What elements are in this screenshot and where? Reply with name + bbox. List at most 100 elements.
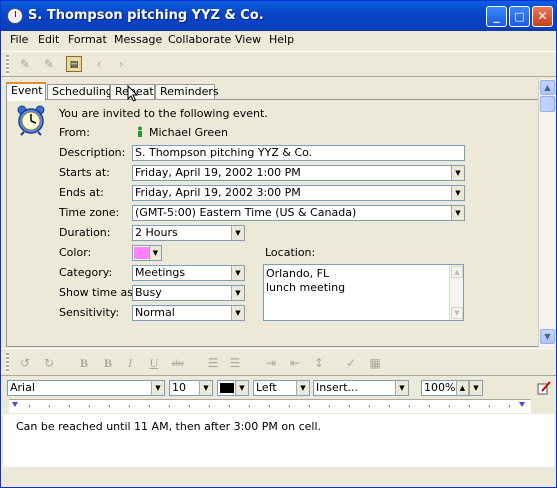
starts-at-value: Friday, April 19, 2002 1:00 PM [135, 166, 301, 179]
ruler-tick [269, 405, 270, 407]
maximize-button[interactable]: □ [509, 6, 530, 27]
category-value: Meetings [135, 266, 186, 279]
scroll-down-icon[interactable]: ▼ [540, 329, 555, 344]
chevron-down-icon[interactable]: ▼ [199, 381, 212, 395]
chevron-down-icon[interactable]: ▼ [235, 381, 248, 395]
font-select[interactable]: Arial ▼ [7, 380, 165, 396]
chevron-down-icon[interactable]: ▼ [149, 246, 161, 260]
outdent-icon[interactable]: ⇤ [287, 355, 303, 371]
duration-select[interactable]: 2 Hours ▼ [132, 225, 245, 241]
menu-collaborate[interactable]: Collaborate [168, 33, 231, 46]
category-select[interactable]: Meetings ▼ [132, 265, 245, 281]
table-icon[interactable]: ▦ [367, 355, 383, 371]
underline-icon[interactable]: U [146, 355, 162, 371]
chevron-down-icon[interactable]: ▼ [296, 381, 309, 395]
font-size-value: 10 [172, 381, 186, 394]
panel-scrollbar[interactable]: ▲ ▼ [538, 79, 555, 347]
spinner-icon[interactable]: ▲ [456, 381, 469, 395]
right-indent-marker[interactable] [519, 402, 525, 407]
strikethrough-icon[interactable]: abc [170, 355, 186, 371]
bold-alt-icon[interactable]: B [100, 355, 116, 371]
redo-icon[interactable]: ↻ [41, 355, 57, 371]
indent-icon[interactable]: ⇥ [263, 355, 279, 371]
chevron-down-icon[interactable]: ▼ [451, 166, 464, 180]
sensitivity-label: Sensitivity: [59, 306, 120, 319]
ruler-tick [29, 405, 30, 407]
chevron-down-icon[interactable]: ▼ [469, 381, 482, 395]
italic-icon[interactable]: I [122, 355, 138, 371]
undo-icon[interactable]: ↺ [17, 355, 33, 371]
spell-check-icon[interactable]: ✓ [343, 355, 359, 371]
starts-label: Starts at: [59, 166, 110, 179]
toolbar-grip[interactable] [6, 55, 9, 75]
ends-at-value: Friday, April 19, 2002 3:00 PM [135, 186, 301, 199]
ruler-tick [229, 405, 230, 407]
chevron-down-icon[interactable]: ▼ [451, 186, 464, 200]
edit-pencil-icon[interactable] [537, 381, 551, 395]
print-icon[interactable]: ▤ [66, 56, 82, 72]
description-field[interactable]: S. Thompson pitching YYZ & Co. [132, 145, 465, 161]
location-scrollbar[interactable]: ▲ ▼ [449, 265, 463, 320]
zoom-select[interactable]: 100% ▲ ▼ [421, 380, 483, 396]
clock-app-icon [7, 8, 23, 24]
chevron-down-icon[interactable]: ▼ [151, 381, 164, 395]
close-button[interactable]: ✕ [532, 6, 553, 27]
chevron-down-icon[interactable]: ▼ [451, 206, 464, 220]
scroll-down-icon[interactable]: ▼ [451, 307, 463, 319]
minimize-button[interactable]: _ [486, 6, 507, 27]
ruler-tick [129, 405, 130, 407]
ends-at-select[interactable]: Friday, April 19, 2002 3:00 PM ▼ [132, 185, 465, 201]
ruler-tick [429, 405, 430, 407]
decline-icon[interactable]: ✎ [41, 56, 57, 72]
spacing-icon[interactable]: ↕ [311, 355, 327, 371]
numbered-list-icon[interactable]: ☰ [227, 355, 243, 371]
chevron-down-icon[interactable]: ▼ [395, 381, 408, 395]
bullet-list-icon[interactable]: ☰ [205, 355, 221, 371]
menu-message[interactable]: Message [114, 33, 162, 46]
chevron-down-icon[interactable]: ▼ [231, 226, 244, 240]
alignment-select[interactable]: Left ▼ [253, 380, 310, 396]
insert-value: Insert... [316, 381, 359, 394]
toolbar-grip[interactable] [6, 353, 9, 373]
location-field[interactable]: Orlando, FL lunch meeting ▲ ▼ [263, 264, 464, 321]
accept-icon[interactable]: ✎ [17, 56, 33, 72]
ruler[interactable] [9, 399, 531, 413]
menu-edit[interactable]: Edit [38, 33, 59, 46]
text-color-swatch [220, 383, 234, 393]
ruler-tick [389, 405, 390, 407]
timezone-select[interactable]: (GMT-5:00) Eastern Time (US & Canada) ▼ [132, 205, 465, 221]
title-bar[interactable]: S. Thompson pitching YYZ & Co. _ □ ✕ [1, 1, 556, 31]
chevron-down-icon[interactable]: ▼ [231, 306, 244, 320]
duration-value: 2 Hours [135, 226, 178, 239]
bold-icon[interactable]: B [76, 355, 92, 371]
tab-scheduling[interactable]: Scheduling [47, 84, 113, 100]
formatting-toolbar: ↺ ↻ B B I U abc ☰ ☰ ⇥ ⇤ ↕ ✓ ▦ [1, 348, 556, 376]
notes-editor[interactable]: Can be reached until 11 AM, then after 3… [3, 414, 554, 467]
color-swatch [134, 247, 149, 259]
previous-icon[interactable]: ‹ [91, 56, 107, 72]
from-value[interactable]: Michael Green [149, 126, 228, 139]
scroll-up-icon[interactable]: ▲ [540, 80, 555, 95]
menu-help[interactable]: Help [269, 33, 294, 46]
scroll-thumb[interactable] [540, 96, 555, 112]
menu-file[interactable]: File [10, 33, 28, 46]
tab-event[interactable]: Event [6, 82, 46, 101]
tab-reminders[interactable]: Reminders [155, 84, 219, 100]
showtime-select[interactable]: Busy ▼ [132, 285, 245, 301]
scroll-up-icon[interactable]: ▲ [451, 266, 463, 278]
menu-format[interactable]: Format [68, 33, 107, 46]
color-picker[interactable]: ▼ [132, 245, 162, 261]
chevron-down-icon[interactable]: ▼ [231, 266, 244, 280]
insert-select[interactable]: Insert... ▼ [313, 380, 409, 396]
next-icon[interactable]: › [113, 56, 129, 72]
menu-bar: File Edit Format Message Collaborate Vie… [1, 31, 556, 49]
left-indent-marker[interactable] [12, 402, 18, 407]
ruler-tick [349, 405, 350, 407]
sensitivity-select[interactable]: Normal ▼ [132, 305, 245, 321]
ruler-tick [369, 405, 370, 407]
chevron-down-icon[interactable]: ▼ [231, 286, 244, 300]
menu-view[interactable]: View [235, 33, 261, 46]
text-color-select[interactable]: ▼ [217, 380, 249, 396]
font-size-select[interactable]: 10 ▼ [169, 380, 213, 396]
starts-at-select[interactable]: Friday, April 19, 2002 1:00 PM ▼ [132, 165, 465, 181]
